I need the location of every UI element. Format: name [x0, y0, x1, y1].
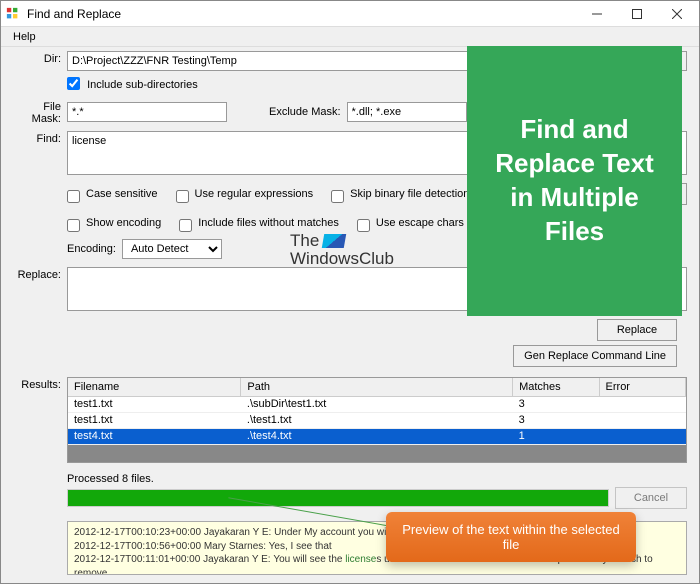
include-subdirs-label: Include sub-directories: [87, 79, 198, 91]
overlay-green-panel: Find and Replace Text in Multiple Files: [467, 46, 682, 316]
label-results: Results:: [13, 377, 61, 391]
label-encoding: Encoding:: [67, 243, 116, 255]
use-escape-checkbox[interactable]: Use escape chars: [357, 217, 464, 230]
label-file-mask: File Mask:: [13, 99, 61, 125]
table-row[interactable]: test4.txt .\test4.txt 1: [68, 428, 686, 444]
col-filename[interactable]: Filename: [68, 378, 241, 396]
window-title: Find and Replace: [27, 7, 121, 21]
label-dir: Dir:: [13, 51, 61, 65]
col-error[interactable]: Error: [599, 378, 685, 396]
include-no-match-checkbox[interactable]: Include files without matches: [179, 217, 339, 230]
encoding-select[interactable]: Auto Detect: [122, 239, 222, 259]
include-subdirs-checkbox[interactable]: Include sub-directories: [67, 75, 198, 91]
exclude-mask-input[interactable]: [347, 102, 467, 122]
use-regex-checkbox[interactable]: Use regular expressions: [176, 188, 314, 201]
label-find: Find:: [13, 131, 61, 145]
gen-cmd-button[interactable]: Gen Replace Command Line: [513, 345, 677, 367]
table-row[interactable]: test1.txt .\subDir\test1.txt 3: [68, 396, 686, 412]
progress-bar: [67, 489, 609, 507]
skip-binary-checkbox[interactable]: Skip binary file detection: [331, 188, 469, 201]
cancel-button[interactable]: Cancel: [615, 487, 687, 509]
titlebar: Find and Replace: [1, 1, 699, 27]
replace-button[interactable]: Replace: [597, 319, 677, 341]
progress-label: Processed 8 files.: [67, 473, 687, 485]
case-sensitive-checkbox[interactable]: Case sensitive: [67, 188, 158, 201]
show-encoding-checkbox[interactable]: Show encoding: [67, 217, 161, 230]
menu-help[interactable]: Help: [5, 29, 44, 45]
col-matches[interactable]: Matches: [513, 378, 599, 396]
results-table: Filename Path Matches Error test1.txt .\…: [67, 377, 687, 463]
maximize-button[interactable]: [617, 1, 657, 27]
col-path[interactable]: Path: [241, 378, 513, 396]
minimize-button[interactable]: [577, 1, 617, 27]
table-row[interactable]: test1.txt .\test1.txt 3: [68, 412, 686, 428]
label-exclude-mask: Exclude Mask:: [269, 106, 341, 118]
app-icon: [5, 6, 21, 22]
menubar: Help: [1, 27, 699, 47]
callout-bubble: Preview of the text within the selected …: [386, 512, 636, 562]
file-mask-input[interactable]: [67, 102, 227, 122]
close-button[interactable]: [657, 1, 697, 27]
label-replace: Replace:: [13, 267, 61, 281]
